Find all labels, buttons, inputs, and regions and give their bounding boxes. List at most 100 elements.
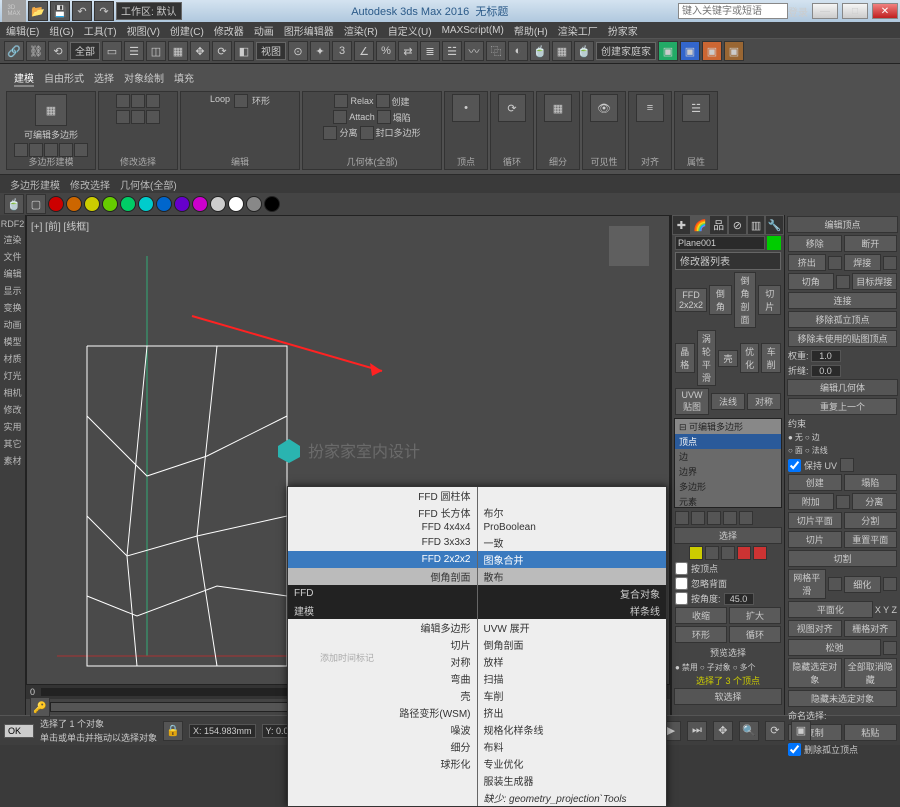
preserve-uv-set-icon[interactable]: [840, 458, 854, 472]
grow-btn[interactable]: 扩大: [729, 607, 781, 624]
slice-plane-btn[interactable]: 切片平面: [788, 512, 842, 529]
color-swatch[interactable]: [102, 196, 118, 212]
login-link[interactable]: 登录: [788, 4, 808, 19]
unique-icon[interactable]: [707, 511, 721, 525]
window-cross-icon[interactable]: ▦: [168, 41, 188, 61]
collapse-btn[interactable]: 塌陷: [844, 474, 898, 491]
color-swatch[interactable]: [156, 196, 172, 212]
motion-tab-icon[interactable]: ⊘: [728, 215, 747, 235]
align-big-icon[interactable]: ≡: [636, 94, 664, 122]
popup-item[interactable]: 图象合并: [477, 551, 666, 568]
chamfer-set-icon[interactable]: [836, 275, 850, 289]
dock-tab[interactable]: 模型: [3, 335, 21, 348]
grid-align-btn[interactable]: 栅格对齐: [844, 620, 898, 637]
menu-item[interactable]: 组(G): [49, 23, 73, 38]
menu-item[interactable]: 动画: [254, 23, 274, 38]
collapse-icon[interactable]: [377, 110, 391, 124]
mod-btn[interactable]: 倒角剖面: [734, 272, 757, 328]
edit-verts-rollout[interactable]: 编辑顶点: [787, 216, 898, 233]
select-name-icon[interactable]: ☰: [124, 41, 144, 61]
popup-item[interactable]: ProBoolean: [477, 521, 666, 534]
snap-icon[interactable]: 3: [332, 41, 352, 61]
loop-big-icon[interactable]: ⟳: [498, 94, 526, 122]
mod-btn[interactable]: 法线: [711, 393, 745, 410]
dock-tab[interactable]: 灯光: [3, 369, 21, 382]
shrink-btn[interactable]: 收缩: [675, 607, 727, 624]
menu-item[interactable]: 图形编辑器: [284, 23, 334, 38]
delete-iso-check[interactable]: [788, 743, 801, 756]
dot-sel-icon[interactable]: [131, 110, 145, 124]
popup-item[interactable]: 一致: [477, 534, 666, 551]
shrink-icon[interactable]: [131, 94, 145, 108]
teapot-icon[interactable]: 🍵: [4, 194, 24, 214]
subrow-item[interactable]: 几何体(全部): [120, 177, 177, 192]
viewport-label[interactable]: [+] [前] [线框]: [31, 218, 89, 233]
modifier-list-dropdown[interactable]: 修改器列表: [675, 252, 781, 270]
mod-btn[interactable]: 切片: [758, 285, 781, 315]
xyz-btns[interactable]: X Y Z: [875, 605, 897, 615]
object-name-field[interactable]: Plane001: [675, 236, 765, 250]
angle-snap-icon[interactable]: ∠: [354, 41, 374, 61]
reset-plane-btn[interactable]: 重置平面: [844, 531, 898, 548]
unlink-icon[interactable]: ⛓: [26, 41, 46, 61]
selection-rollout[interactable]: 选择: [674, 527, 782, 544]
workspace-dropdown[interactable]: 工作区: 默认: [116, 2, 182, 20]
subrow-item[interactable]: 修改选择: [70, 177, 110, 192]
open-icon[interactable]: 📂: [28, 1, 48, 21]
color-swatch[interactable]: [138, 196, 154, 212]
popup-item[interactable]: 专业优化: [477, 755, 666, 772]
hierarchy-tab-icon[interactable]: 品: [709, 215, 728, 235]
step-sel-icon[interactable]: [146, 110, 160, 124]
undo-icon[interactable]: ↶: [72, 1, 92, 21]
modifier-stack[interactable]: ⊟ 可编辑多边形 顶点 边 边界 多边形 元素: [674, 418, 782, 508]
popup-item[interactable]: 切片: [288, 636, 477, 653]
menu-item[interactable]: 修改器: [214, 23, 244, 38]
dock-tab[interactable]: 实用: [3, 420, 21, 433]
menu-item[interactable]: 渲染工厂: [558, 23, 598, 38]
color-swatch[interactable]: [264, 196, 280, 212]
angle-spinner[interactable]: 45.0: [724, 593, 754, 605]
extra-dropdown[interactable]: 创建家庭家: [596, 42, 656, 60]
selection-filter[interactable]: 全部: [70, 42, 100, 60]
sel-border-icon[interactable]: [721, 546, 735, 560]
select-icon[interactable]: ▭: [102, 41, 122, 61]
ignore-backface-check[interactable]: [675, 577, 688, 590]
bind-icon[interactable]: ⟲: [48, 41, 68, 61]
relax-btn[interactable]: 松弛: [788, 639, 881, 656]
ribbon-tab[interactable]: 选择: [94, 70, 114, 87]
link-icon[interactable]: 🔗: [4, 41, 24, 61]
popup-item[interactable]: 细分: [288, 738, 477, 755]
menu-item[interactable]: 视图(V): [127, 23, 160, 38]
color-swatch[interactable]: [246, 196, 262, 212]
color-swatch[interactable]: [228, 196, 244, 212]
repeat-btn[interactable]: 重复上一个: [788, 398, 897, 415]
popup-item[interactable]: 挤出: [477, 704, 666, 721]
show-end-icon[interactable]: [691, 511, 705, 525]
popup-item[interactable]: FFD 圆柱体: [288, 487, 477, 504]
planar-btn[interactable]: 平面化: [788, 601, 873, 618]
popup-item-hover[interactable]: FFD 2x2x2: [288, 551, 477, 568]
create-tab-icon[interactable]: ✚: [672, 215, 691, 235]
color-swatch[interactable]: [210, 196, 226, 212]
viewport[interactable]: [+] [前] [线框] 扮家家室内设计: [26, 215, 670, 685]
popup-item[interactable]: 路径变形(WSM): [288, 704, 477, 721]
ribbon-tab[interactable]: 填充: [174, 70, 194, 87]
orbit-icon[interactable]: ⟳: [765, 721, 785, 741]
hide-unsel-btn[interactable]: 隐藏未选定对象: [788, 690, 897, 707]
constrain-normal[interactable]: 法线: [812, 445, 828, 456]
dock-tab[interactable]: RDF2: [1, 219, 25, 229]
tess-btn[interactable]: 细化: [844, 576, 882, 593]
menu-item[interactable]: 编辑(E): [6, 23, 39, 38]
menu-item[interactable]: 帮助(H): [514, 23, 548, 38]
attach-list-icon[interactable]: [836, 495, 850, 509]
color-swatch[interactable]: [174, 196, 190, 212]
extrude-btn[interactable]: 挤出: [788, 254, 826, 271]
popup-item[interactable]: FFD 3x3x3: [288, 534, 477, 551]
mod-btn[interactable]: 倒角: [709, 285, 732, 315]
sel-elem-icon[interactable]: [753, 546, 767, 560]
extrude-set-icon[interactable]: [828, 256, 842, 270]
color-swatch[interactable]: [192, 196, 208, 212]
remove-btn[interactable]: 移除: [788, 235, 842, 252]
color-swatch[interactable]: [120, 196, 136, 212]
save-icon[interactable]: 💾: [50, 1, 70, 21]
